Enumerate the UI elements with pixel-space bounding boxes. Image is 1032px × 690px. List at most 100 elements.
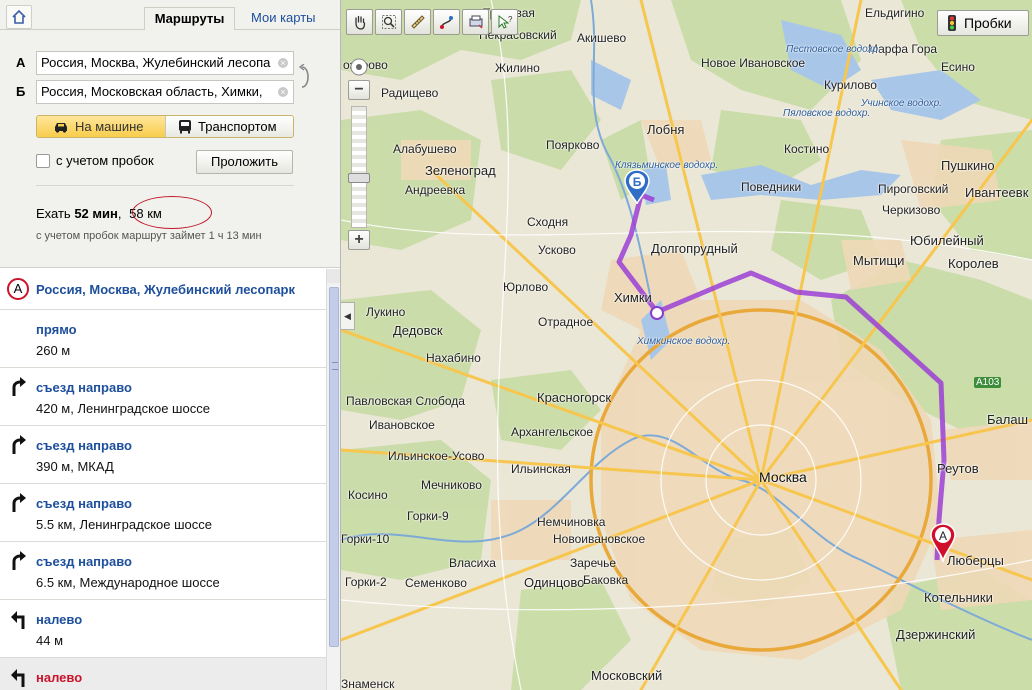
directions-scrollbar[interactable] [326,269,340,690]
tab-my-maps[interactable]: Мои карты [251,10,316,25]
step-action: съезд направо [36,554,132,569]
turn-left-icon [11,611,25,629]
zoom-slider-thumb[interactable] [348,173,370,183]
route-tool-button[interactable] [433,9,460,35]
scroll-grip [332,362,338,370]
help-cursor-icon: ? [498,14,513,29]
svg-text:?: ? [508,15,513,24]
point-a-value: Россия, Москва, Жулебинский лесопа [41,55,271,70]
traffic-checkbox[interactable] [36,154,50,168]
summary-comma: , [117,206,122,221]
directions-list: A Россия, Москва, Жулебинский лесопарк п… [0,269,326,690]
swap-points-icon[interactable] [298,64,312,90]
home-icon [12,10,26,24]
start-point-row[interactable]: A Россия, Москва, Жулебинский лесопарк [0,269,326,310]
map-label: Химки [614,290,652,305]
divider [36,185,294,186]
point-b-input[interactable]: Россия, Московская область, Химки, × [36,80,294,104]
map-label: Новое Ивановское [701,56,806,70]
traffic-layer-label: Пробки [964,15,1012,31]
map-label: Пяловское водохр. [783,108,871,119]
pin-b-marker[interactable]: Б [624,168,654,210]
direction-step[interactable]: прямо 260 м [0,310,326,368]
zoom-in-button[interactable]: + [348,230,370,250]
zoom-area-button[interactable] [375,9,402,35]
route-waypoint[interactable] [650,306,664,320]
map-label: Власиха [449,556,496,570]
map-label: Красногорск [537,390,612,405]
step-action: съезд направо [36,496,132,511]
pin-a-marker[interactable]: А [930,522,960,566]
route-form: Маршруты Мои карты А Россия, Москва, Жул… [0,0,340,268]
zoom-slider[interactable] [351,106,367,228]
map-label: Лобня [647,122,685,137]
map-label: Горки-10 [341,532,390,546]
clear-a-icon[interactable]: × [278,58,288,68]
traffic-layer-button[interactable]: Пробки [937,10,1029,36]
map-toolbar: ? [346,9,518,35]
clear-b-icon[interactable]: × [278,87,288,97]
hand-icon [354,15,365,30]
map-label: Ивантеевк [965,185,1029,200]
help-button[interactable]: ? [491,9,518,35]
map-label: Химкинское водохр. [637,336,731,347]
map-label: Баковка [583,573,629,587]
map-label: Костино [784,142,830,156]
direction-step[interactable]: налево 44 м [0,600,326,658]
map-label: Косино [348,488,388,502]
print-button[interactable] [462,9,489,35]
map-label: Котельники [924,590,993,605]
step-detail: 420 м, Ленинградское шоссе [36,401,210,416]
mode-car-button[interactable]: На машине [37,116,165,137]
zoom-control: − + [348,58,372,252]
map-label: Пушкино [941,158,995,173]
ruler-button[interactable] [404,9,431,35]
map-label: Зеленоград [425,163,496,178]
step-detail: 5.5 км, Ленинградское шоссе [36,517,212,532]
map-label: Реутов [937,461,979,476]
exit-right-icon [12,435,26,454]
tab-routes[interactable]: Маршруты [144,7,235,30]
step-action: налево [36,670,83,685]
map-label: Юрлово [503,280,549,294]
point-a-input[interactable]: Россия, Москва, Жулебинский лесопа × [36,51,294,75]
magnifier-icon [381,15,396,29]
step-action: налево [36,612,83,627]
map-label: Знаменск [341,677,395,690]
build-route-button[interactable]: Проложить [196,150,293,174]
map-view[interactable]: Трудовая Некрасовский Акишево Ельдигино … [341,0,1032,690]
direction-step[interactable]: съезд направо 390 м, МКАД [0,426,326,484]
scroll-thumb[interactable] [329,287,339,647]
hand-tool-button[interactable] [346,9,373,35]
map-label: Семенково [405,576,467,590]
traffic-time-note: с учетом пробок маршрут займет 1 ч 13 ми… [36,230,262,242]
zoom-out-button[interactable]: − [348,80,370,100]
step-detail: 390 м, МКАД [36,459,114,474]
direction-step[interactable]: съезд направо 6.5 км, Международное шосс… [0,542,326,600]
map-label: Радищево [381,86,439,100]
map-label: Новоивановское [553,532,646,546]
traffic-checkbox-label[interactable]: с учетом пробок [56,153,154,168]
map-label: Андреевка [405,183,466,197]
map-label: Одинцово [524,575,585,590]
mode-transit-button[interactable]: Транспортом [165,116,293,137]
map-label-moscow: Москва [759,469,807,485]
point-b-label: Б [16,84,26,99]
car-icon [55,122,67,133]
map-label: Усково [538,243,576,257]
transport-mode-switch: На машине Транспортом [36,115,294,138]
compass-icon[interactable] [350,58,368,76]
map-label: Юбилейный [910,233,984,248]
step-action: прямо [36,322,77,337]
direction-step[interactable]: съезд направо 5.5 км, Ленинградское шосс… [0,484,326,542]
scroll-up-button[interactable] [327,269,340,283]
home-button[interactable] [6,5,32,29]
start-address[interactable]: Россия, Москва, Жулебинский лесопарк [36,282,295,297]
traffic-light-icon [948,15,956,31]
direction-step[interactable]: съезд направо 420 м, Ленинградское шоссе [0,368,326,426]
map-label: Поярково [546,138,600,152]
direction-step[interactable]: налево [0,658,326,690]
map-label: Ивановское [369,418,435,432]
collapse-panel-button[interactable]: ◀ [341,302,355,330]
distance-annotation-ellipse [132,196,212,229]
